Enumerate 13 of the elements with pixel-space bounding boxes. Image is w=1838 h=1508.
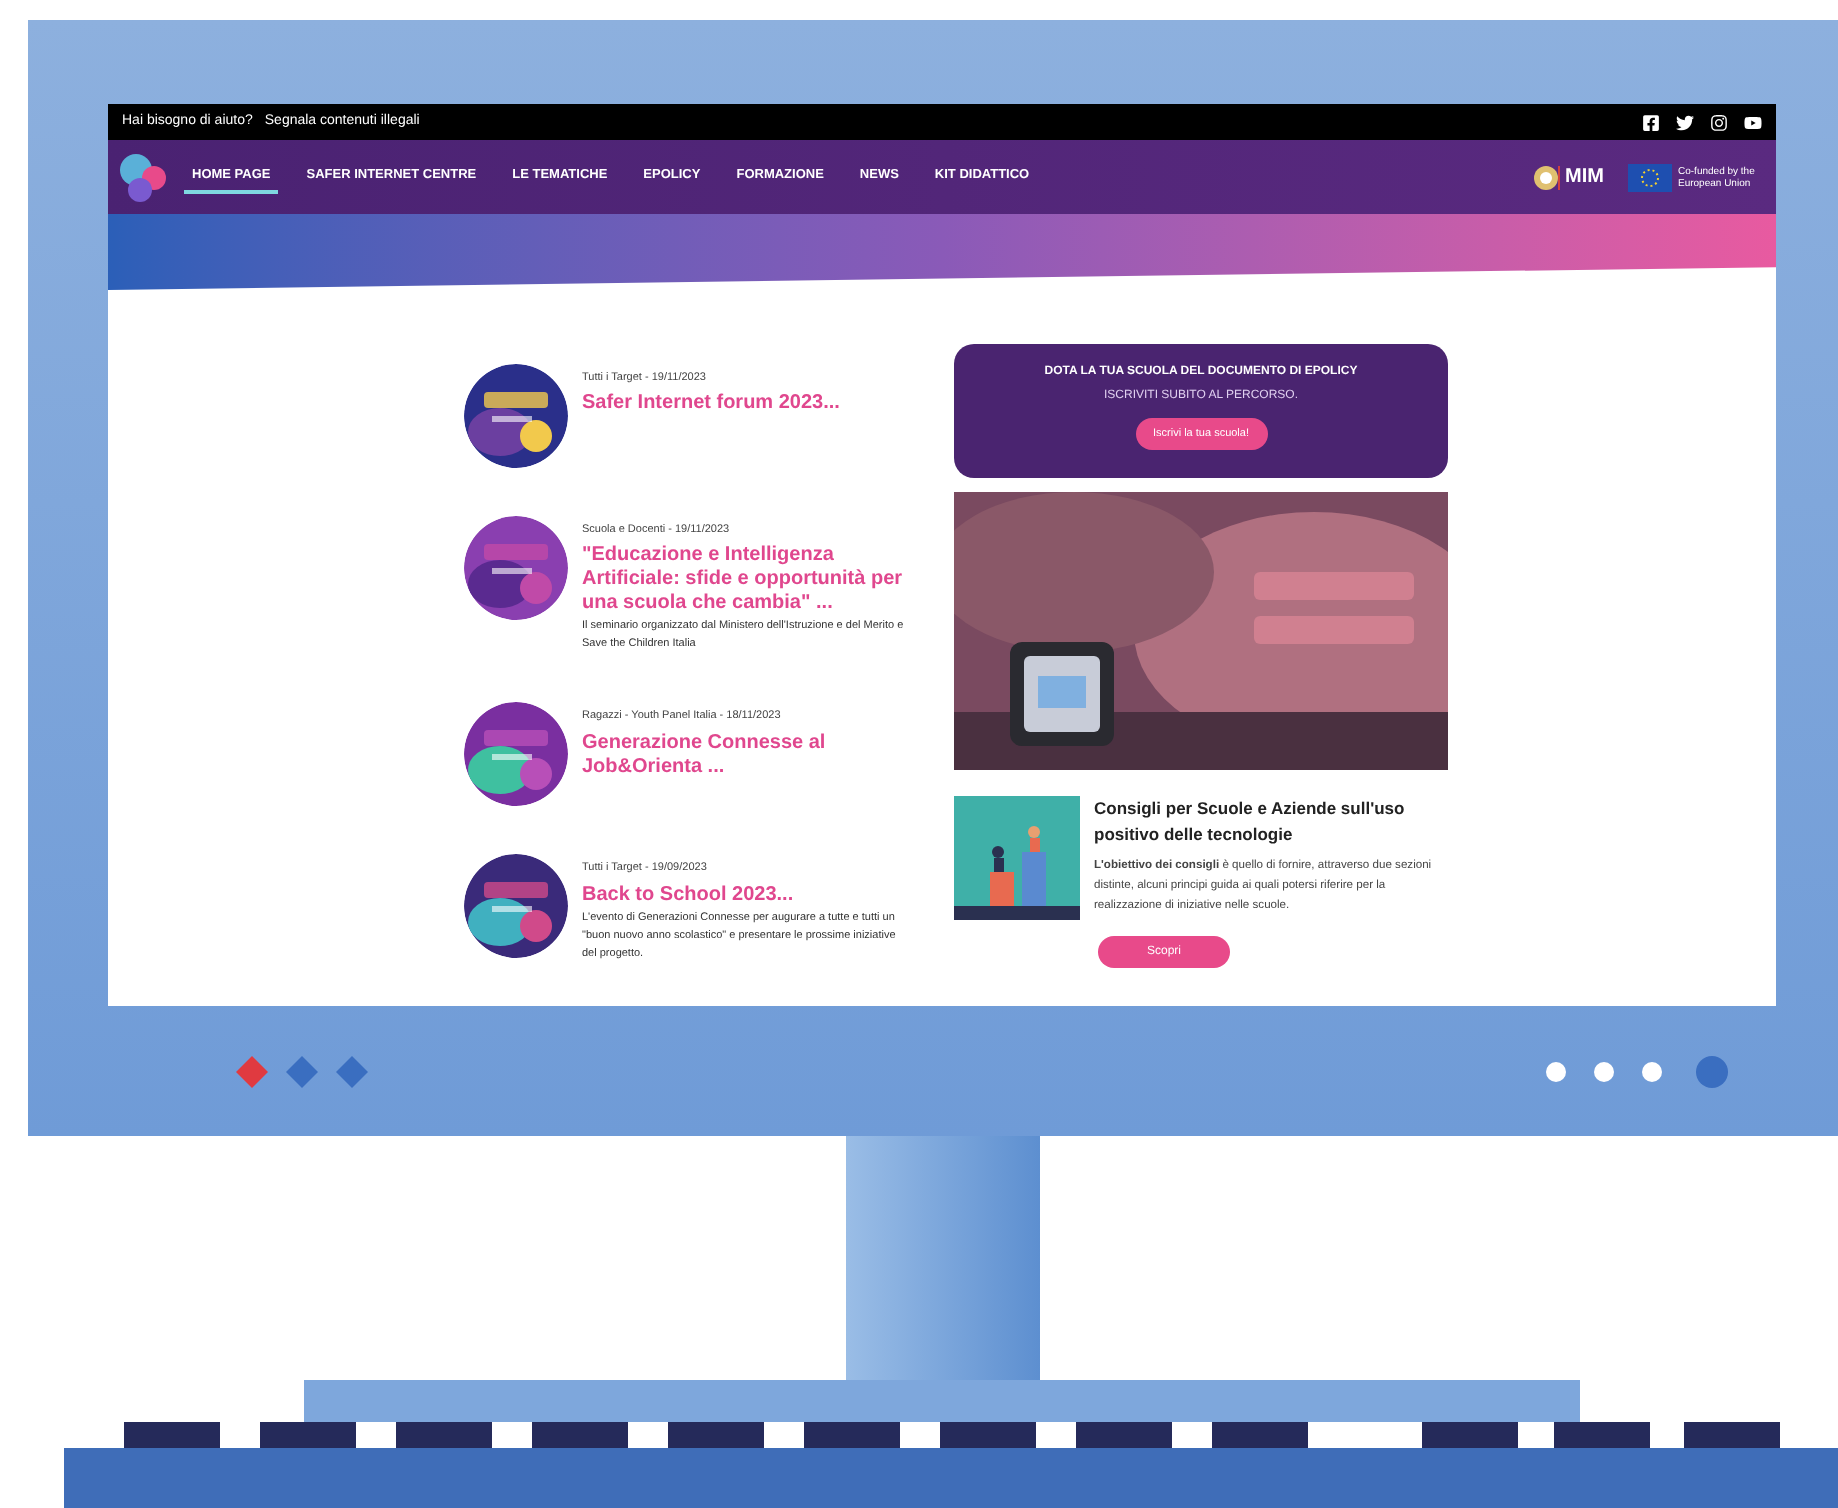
news-title[interactable]: Generazione Connesse al Job&Orienta ... — [582, 731, 908, 779]
instagram-icon[interactable] — [1710, 113, 1728, 131]
facebook-icon[interactable] — [1642, 113, 1660, 131]
news-title[interactable]: Safer Internet forum 2023... — [582, 392, 840, 417]
youtube-icon[interactable] — [1744, 113, 1762, 131]
news-title[interactable]: Back to School 2023... — [582, 883, 908, 907]
news-title[interactable]: "Educazione e Intelligenza Artificiale: sfide e opportunità per una scuola che cambia" ... — [582, 544, 908, 617]
twitter-icon[interactable] — [1676, 113, 1694, 131]
logo-icon[interactable] — [118, 151, 170, 203]
emblem-icon — [1531, 163, 1560, 191]
eu-flag-icon — [1628, 163, 1672, 191]
article-title: Consigli per Scuole e Aziende sull'uso positivo delle tecnologie — [1094, 796, 1407, 848]
partner-logo-text: MIM — [1565, 164, 1604, 192]
